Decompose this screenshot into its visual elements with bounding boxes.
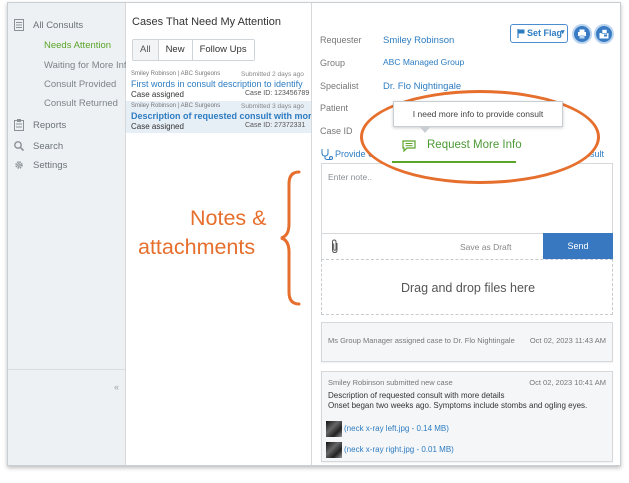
case-status: Case assigned bbox=[131, 122, 184, 131]
case-detail-panel: Requester Smiley Robinson Group ABC Mana… bbox=[313, 3, 620, 465]
sidebar-item-label: Search bbox=[33, 141, 64, 152]
fax-icon bbox=[599, 29, 609, 39]
activity-details: Onset began two weeks ago. Symptoms incl… bbox=[328, 401, 588, 410]
save-draft-button[interactable]: Save as Draft bbox=[460, 242, 512, 252]
attachment-link[interactable]: (neck x-ray left.jpg - 0.14 MB) bbox=[344, 424, 449, 433]
note-input[interactable]: Enter note.. bbox=[328, 172, 372, 182]
sidebar-item-consult-provided[interactable]: Consult Provided bbox=[44, 79, 116, 90]
case-meta: Smiley Robinson | ABC Surgeons bbox=[131, 103, 221, 109]
case-list-item[interactable]: Smiley Robinson | ABC Surgeons Submitted… bbox=[126, 101, 312, 133]
case-list-item[interactable]: Smiley Robinson | ABC Surgeons Submitted… bbox=[126, 69, 311, 101]
collapse-sidebar-button[interactable]: « bbox=[114, 382, 119, 392]
sidebar-item-label: Reports bbox=[33, 120, 67, 131]
set-flag-label: Set Flag bbox=[527, 28, 563, 38]
paperclip-icon[interactable] bbox=[330, 239, 340, 254]
activity-date: Oct 02, 2023 11:43 AM bbox=[529, 336, 606, 345]
consults-icon bbox=[14, 19, 24, 31]
xray-thumbnail bbox=[326, 442, 342, 458]
activity-header: Smiley Robinson submitted new case bbox=[328, 378, 453, 387]
case-id: Case ID: 123456789 bbox=[245, 90, 310, 97]
set-flag-button[interactable]: Set Flag ▾ bbox=[510, 24, 568, 43]
sidebar-item-label: All Consults bbox=[33, 20, 84, 31]
tooltip: I need more info to provide consult bbox=[393, 101, 563, 127]
requester-label: Requester bbox=[320, 35, 362, 45]
annotation-attachments: attachments bbox=[138, 235, 256, 259]
send-button[interactable]: Send bbox=[543, 233, 613, 260]
tab-all[interactable]: All bbox=[133, 40, 159, 60]
chat-bubble-icon bbox=[402, 140, 416, 152]
case-description: First words in consult description to id… bbox=[131, 79, 303, 89]
request-more-info-label: Request More Info bbox=[427, 139, 522, 151]
requester-value[interactable]: Smiley Robinson bbox=[383, 35, 454, 46]
sidebar-item-waiting-more-info[interactable]: Waiting for More Info bbox=[44, 60, 132, 71]
case-submitted: Submitted 3 days ago bbox=[241, 103, 304, 110]
tooltip-arrow bbox=[419, 126, 431, 133]
case-id: Case ID: 27372331 bbox=[245, 122, 306, 129]
activity-date: Oct 02, 2023 10:41 AM bbox=[529, 378, 606, 387]
sidebar-item-needs-attention[interactable]: Needs Attention bbox=[44, 40, 111, 51]
group-value[interactable]: ABC Managed Group bbox=[383, 57, 464, 67]
reports-icon bbox=[14, 119, 24, 131]
case-meta: Smiley Robinson | ABC Surgeons bbox=[131, 71, 221, 77]
activity-description: Description of requested consult with mo… bbox=[328, 391, 505, 400]
specialist-value[interactable]: Dr. Flo Nightingale bbox=[383, 81, 461, 92]
case-description: Description of requested consult with mo… bbox=[131, 111, 312, 121]
attachment-link[interactable]: (neck x-ray right.jpg - 0.01 MB) bbox=[344, 445, 454, 454]
search-icon bbox=[14, 141, 24, 152]
file-drop-zone[interactable]: Drag and drop files here bbox=[321, 259, 613, 315]
printer-icon bbox=[578, 29, 586, 39]
brace-annotation bbox=[280, 170, 301, 306]
active-underline bbox=[392, 161, 516, 163]
activity-item: Smiley Robinson submitted new case Oct 0… bbox=[321, 371, 613, 462]
note-toolbar: Save as Draft Send bbox=[322, 233, 613, 260]
patient-label: Patient bbox=[320, 103, 349, 113]
gear-icon bbox=[15, 161, 23, 169]
stethoscope-icon bbox=[321, 149, 333, 160]
sidebar-divider bbox=[8, 369, 125, 370]
case-filter-tabs: All New Follow Ups bbox=[132, 39, 255, 61]
activity-item: Ms Group Manager assigned case to Dr. Fl… bbox=[321, 322, 613, 362]
sidebar-item-label: Settings bbox=[33, 160, 68, 171]
print-button[interactable] bbox=[572, 24, 592, 44]
flag-icon bbox=[517, 29, 525, 38]
sidebar-item-consult-returned[interactable]: Consult Returned bbox=[44, 98, 118, 109]
drop-zone-label: Drag and drop files here bbox=[400, 281, 536, 295]
case-list-title: Cases That Need My Attention bbox=[132, 16, 281, 28]
xray-thumbnail bbox=[326, 421, 342, 437]
tooltip-text: I need more info to provide consult bbox=[412, 109, 544, 119]
activity-text: Ms Group Manager assigned case to Dr. Fl… bbox=[328, 336, 515, 345]
fax-button[interactable] bbox=[594, 24, 614, 44]
case-submitted: Submitted 2 days ago bbox=[241, 71, 304, 78]
annotation-notes: Notes & bbox=[190, 206, 267, 230]
case-id-label: Case ID bbox=[320, 126, 353, 136]
sidebar: All Consults Needs Attention Waiting for… bbox=[8, 3, 132, 465]
tab-new[interactable]: New bbox=[158, 40, 193, 60]
group-label: Group bbox=[320, 58, 346, 68]
tab-follow-ups[interactable]: Follow Ups bbox=[192, 40, 254, 60]
app-window: All Consults Needs Attention Waiting for… bbox=[7, 2, 621, 466]
specialist-label: Specialist bbox=[320, 81, 359, 91]
case-status: Case assigned bbox=[131, 90, 184, 99]
chevron-down-icon: ▾ bbox=[561, 29, 565, 36]
